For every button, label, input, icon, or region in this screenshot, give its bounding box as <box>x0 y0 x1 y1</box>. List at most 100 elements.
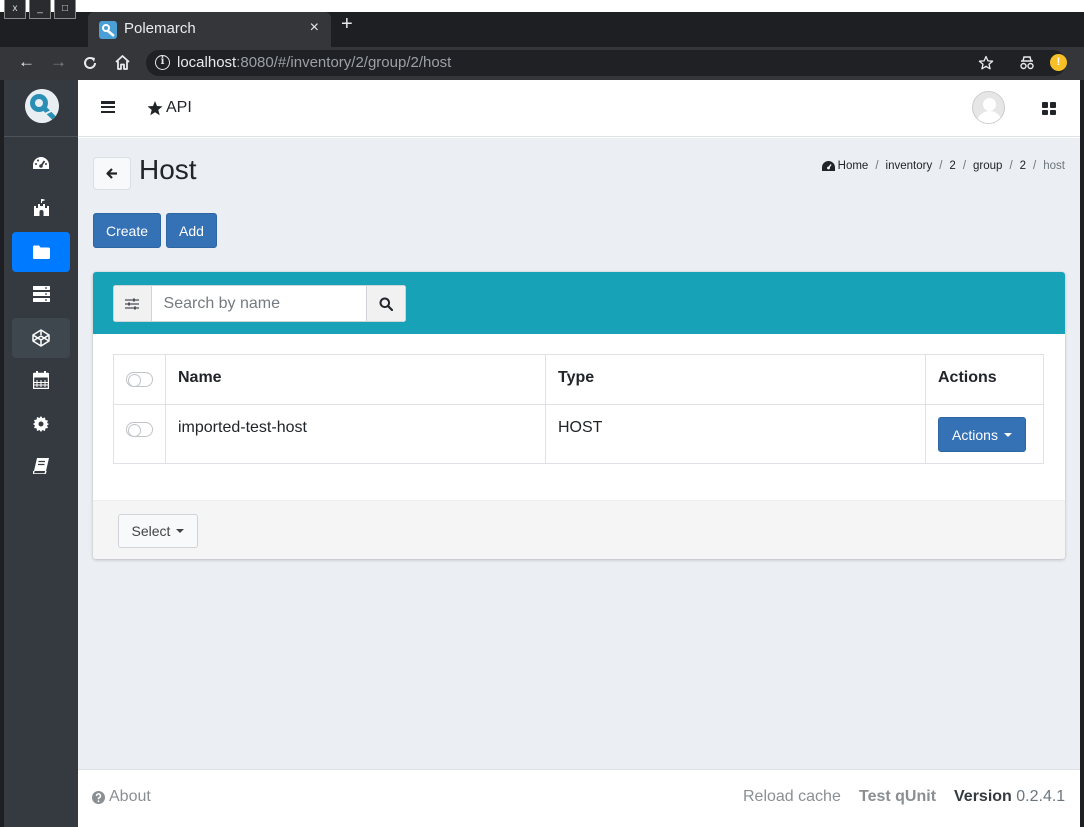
search-input[interactable] <box>151 285 367 322</box>
user-icon <box>977 98 1002 123</box>
test-qunit-link[interactable]: Test qUnit <box>859 788 936 806</box>
actions-cell: Actions <box>925 404 1044 464</box>
row-actions-button[interactable]: Actions <box>938 417 1026 452</box>
codepen-icon <box>32 329 50 347</box>
folder-icon <box>32 245 50 259</box>
logo-icon <box>25 89 59 123</box>
breadcrumb-inventory-id[interactable]: 2 <box>949 160 955 172</box>
site-info-icon[interactable]: i <box>155 55 170 70</box>
about-label: About <box>109 788 151 805</box>
browser-tab-strip: x _ □ Polemarch × + <box>0 0 1084 47</box>
back-arrow-icon[interactable]: ← <box>18 52 35 72</box>
top-navbar: API <box>78 80 1080 137</box>
polemarch-favicon-icon <box>99 21 117 39</box>
menu-toggle-icon[interactable] <box>101 101 115 113</box>
sidebar-item-dashboard[interactable] <box>12 144 70 184</box>
sidebar <box>4 80 78 827</box>
breadcrumb-home[interactable]: Home <box>838 160 869 172</box>
row-select-cell <box>113 404 166 464</box>
table-header-row: Name Type Actions <box>113 354 1044 405</box>
breadcrumb-group-id[interactable]: 2 <box>1020 160 1026 172</box>
star-icon <box>147 100 163 115</box>
row-actions-label: Actions <box>952 426 998 443</box>
new-tab-button[interactable]: + <box>341 13 353 36</box>
sidebar-item-settings[interactable] <box>12 404 70 444</box>
sliders-icon <box>125 298 140 309</box>
select-all-toggle[interactable] <box>126 372 153 387</box>
window-border-right <box>1080 80 1084 827</box>
sidebar-item-templates[interactable] <box>12 318 70 358</box>
reload-icon[interactable] <box>82 55 98 71</box>
book-icon <box>33 458 49 474</box>
user-avatar[interactable] <box>972 91 1005 124</box>
breadcrumb-inventory[interactable]: inventory <box>886 160 933 172</box>
window-minimize-button[interactable]: _ <box>29 0 51 19</box>
breadcrumb-separator: / <box>1009 160 1013 172</box>
breadcrumb-separator: / <box>939 160 943 172</box>
gear-icon <box>33 416 49 432</box>
api-link[interactable]: API <box>147 99 192 117</box>
window-maximize-button[interactable]: □ <box>54 0 76 19</box>
url-text: localhost:8080/#/inventory/2/group/2/hos… <box>177 54 452 71</box>
window-close-button[interactable]: x <box>4 0 26 19</box>
version-info: Version 0.2.4.1 <box>954 788 1066 805</box>
select-label: Select <box>131 523 171 539</box>
sidebar-divider <box>4 136 78 137</box>
table-row[interactable]: imported-test-host HOST Actions <box>113 404 1044 464</box>
host-type-cell: HOST <box>545 404 926 464</box>
breadcrumb: Home / inventory / 2 / group / 2 / host <box>821 160 1065 172</box>
column-header-type[interactable]: Type <box>545 354 926 405</box>
page-footer: About Reload cache Test qUnit Version 0.… <box>78 769 1080 827</box>
browser-tab[interactable]: Polemarch × <box>88 12 331 47</box>
polemarch-logo[interactable] <box>25 89 59 123</box>
add-button[interactable]: Add <box>166 213 217 248</box>
address-bar[interactable]: i localhost:8080/#/inventory/2/group/2/h… <box>146 50 1066 76</box>
incognito-icon[interactable] <box>1018 55 1036 71</box>
breadcrumb-separator: / <box>962 160 967 172</box>
row-select-toggle[interactable] <box>126 422 153 437</box>
select-all-cell <box>113 354 166 405</box>
castle-icon <box>33 199 49 216</box>
hosts-table: Name Type Actions imported-test-host HOS… <box>113 354 1044 464</box>
bookmark-star-icon[interactable] <box>978 55 994 71</box>
apps-grid-icon[interactable] <box>1042 102 1056 115</box>
api-label: API <box>166 99 192 116</box>
caret-down-icon <box>176 529 185 533</box>
breadcrumb-group[interactable]: group <box>973 160 1002 172</box>
about-link[interactable]: About <box>92 788 151 806</box>
question-circle-icon <box>92 790 105 804</box>
column-header-actions: Actions <box>925 354 1044 405</box>
host-name-cell[interactable]: imported-test-host <box>165 404 546 464</box>
home-icon[interactable] <box>114 54 131 71</box>
select-dropdown-button[interactable]: Select <box>118 514 198 548</box>
breadcrumb-separator: / <box>875 160 879 172</box>
search-button[interactable] <box>366 285 406 322</box>
sidebar-item-inventory[interactable] <box>12 232 70 272</box>
column-header-name[interactable]: Name <box>165 354 546 405</box>
tachometer-icon <box>821 160 835 171</box>
reload-cache-link[interactable]: Reload cache <box>743 788 841 806</box>
tab-title: Polemarch <box>124 20 196 37</box>
filter-button[interactable] <box>113 285 152 322</box>
host-list-card: Name Type Actions imported-test-host HOS… <box>93 272 1065 559</box>
arrow-left-icon <box>106 168 117 179</box>
extension-icon[interactable]: ! <box>1050 54 1067 71</box>
tab-close-icon[interactable]: × <box>310 19 319 37</box>
window-titlebar <box>0 0 1084 12</box>
sidebar-item-documentation[interactable] <box>12 446 70 486</box>
main-content: Host Home / inventory / 2 / group / 2 / … <box>78 138 1080 769</box>
search-group <box>113 285 406 322</box>
page-title: Host <box>139 154 197 185</box>
sidebar-item-schedule[interactable] <box>12 360 70 400</box>
card-header <box>93 272 1065 334</box>
sidebar-item-projects[interactable] <box>12 188 70 228</box>
card-footer: Select <box>93 500 1065 559</box>
back-button[interactable] <box>93 157 131 190</box>
browser-toolbar: ← → i localhost:8080/#/inventory/2/group… <box>0 47 1084 80</box>
sidebar-item-hosts[interactable] <box>12 274 70 314</box>
caret-down-icon <box>1003 432 1012 437</box>
search-icon <box>379 297 393 311</box>
breadcrumb-current: host <box>1043 160 1065 172</box>
forward-arrow-icon[interactable]: → <box>50 52 67 72</box>
create-button[interactable]: Create <box>93 213 162 248</box>
